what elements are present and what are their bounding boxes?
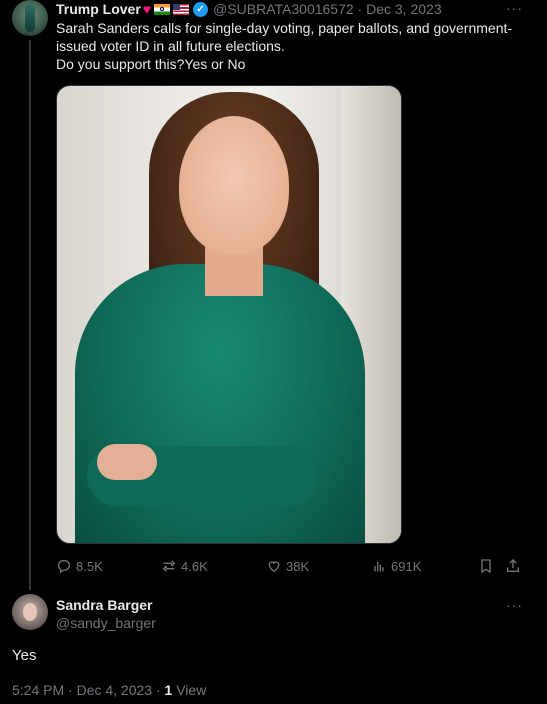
tweet-author-name[interactable]: Trump Lover	[56, 1, 141, 17]
tweet-author-avatar[interactable]	[12, 0, 48, 36]
share-button[interactable]	[505, 556, 525, 576]
bookmark-icon	[481, 559, 491, 574]
share-icon	[507, 559, 519, 572]
views-button[interactable]: 691K	[371, 556, 421, 576]
tweet-author-handle[interactable]: @SUBRATA30016572	[213, 1, 354, 17]
tweet-more-options-icon[interactable]: ···	[506, 0, 523, 16]
reply-more-options-icon[interactable]: ···	[506, 597, 523, 613]
reply-views-label: View	[172, 682, 207, 698]
repost-count: 4.6K	[181, 558, 208, 574]
reply-timestamp[interactable]: 5:24 PM · Dec 4, 2023 ·	[12, 682, 165, 698]
tweet-text-line: Do you support this?Yes or No	[56, 56, 246, 72]
bookmark-button[interactable]	[478, 556, 498, 576]
reply-author-name[interactable]: Sandra Barger	[56, 597, 152, 613]
tweet-header: Trump Lover ♥ ✓ @SUBRATA30016572 · Dec 3…	[56, 0, 442, 18]
reply-button[interactable]: 8.5K	[56, 556, 103, 576]
verified-badge-icon[interactable]: ✓	[193, 1, 209, 17]
tweet-photo[interactable]	[56, 85, 402, 544]
repost-icon	[162, 560, 176, 572]
like-count: 38K	[286, 558, 310, 574]
tweet-text: Sarah Sanders calls for single-day votin…	[56, 19, 526, 73]
tweet-date[interactable]: Dec 3, 2023	[366, 1, 442, 17]
like-button[interactable]: 38K	[266, 556, 309, 576]
reply-author-avatar[interactable]	[12, 594, 48, 630]
thread-connector-line	[29, 40, 31, 590]
reply-meta: 5:24 PM · Dec 4, 2023 · 1 View	[12, 682, 206, 698]
reply-count: 8.5K	[76, 558, 103, 574]
tweet-text-line: issued voter ID in all future elections.	[56, 38, 285, 54]
reply-text: Yes	[12, 647, 37, 664]
dot-separator: ·	[353, 1, 367, 17]
repost-button[interactable]: 4.6K	[161, 556, 208, 576]
views-icon	[374, 562, 384, 572]
tweet-text-line: Sarah Sanders calls for single-day votin…	[56, 20, 513, 36]
heart-emoji-icon: ♥	[142, 1, 152, 17]
india-flag-icon	[154, 3, 171, 15]
reply-icon	[58, 560, 70, 574]
us-flag-icon	[173, 3, 190, 15]
tweet-action-bar: 8.5K 4.6K 38K 691K	[56, 556, 526, 576]
like-icon	[268, 561, 280, 573]
views-count: 691K	[391, 558, 422, 574]
reply-author-handle[interactable]: @sandy_barger	[56, 615, 156, 631]
